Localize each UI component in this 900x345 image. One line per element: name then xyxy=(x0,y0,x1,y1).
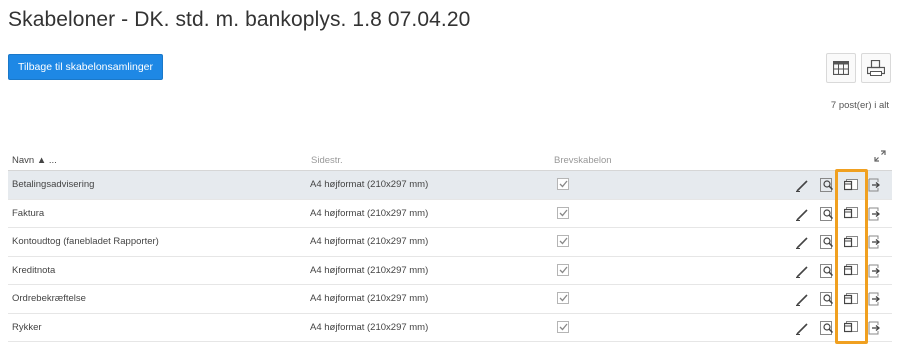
copy-button[interactable] xyxy=(843,291,859,307)
pencil-icon xyxy=(796,265,808,278)
edit-button[interactable] xyxy=(794,234,810,250)
preview-button[interactable] xyxy=(819,263,835,279)
copy-button[interactable] xyxy=(843,177,859,193)
row-name: Ordrebekræftelse xyxy=(12,293,86,304)
letter-template-checkbox[interactable] xyxy=(557,206,569,219)
row-name: Kreditnota xyxy=(12,264,56,276)
row-size: A4 højformat (210x297 mm) xyxy=(310,207,429,219)
checkmark-icon xyxy=(559,294,568,302)
letter-template-checkbox[interactable] xyxy=(557,235,569,247)
copy-button[interactable] xyxy=(843,206,859,222)
export-button[interactable] xyxy=(866,291,882,307)
preview-icon xyxy=(819,263,833,278)
pencil-icon xyxy=(796,294,808,306)
letter-template-checkbox[interactable] xyxy=(557,178,569,190)
export-button[interactable] xyxy=(866,206,882,222)
checkmark-icon xyxy=(559,180,568,188)
edit-button[interactable] xyxy=(794,320,810,336)
preview-icon xyxy=(819,320,833,335)
edit-button[interactable] xyxy=(794,263,810,279)
copy-button[interactable] xyxy=(843,263,859,279)
export-icon xyxy=(868,321,880,334)
pencil-icon xyxy=(796,208,808,221)
copy-icon xyxy=(844,321,858,333)
post-count: 7 post(er) i alt xyxy=(830,100,889,111)
table-icon xyxy=(833,61,849,75)
letter-template-checkbox[interactable] xyxy=(557,263,569,276)
preview-button[interactable] xyxy=(819,320,835,336)
page-title: Skabeloner - DK. std. m. bankoplys. 1.8 … xyxy=(8,8,471,31)
preview-icon xyxy=(819,292,833,306)
export-button[interactable] xyxy=(866,263,882,279)
printer-icon xyxy=(867,60,885,76)
table-row[interactable]: Betalingsadvisering A4 højformat (210x29… xyxy=(8,171,892,200)
preview-icon xyxy=(819,178,833,192)
preview-button[interactable] xyxy=(819,291,835,307)
expand-button[interactable] xyxy=(872,148,888,164)
preview-icon xyxy=(819,206,833,221)
preview-icon xyxy=(819,235,833,249)
export-icon xyxy=(868,264,880,277)
table-row[interactable]: Faktura A4 højformat (210x297 mm) xyxy=(8,200,892,228)
edit-button[interactable] xyxy=(794,177,810,193)
copy-icon xyxy=(844,207,858,219)
table-row[interactable]: Ordrebekræftelse A4 højformat (210x297 m… xyxy=(8,285,892,314)
export-icon xyxy=(868,178,880,192)
column-header-size[interactable]: Sidestr. xyxy=(311,155,343,166)
row-name: Rykker xyxy=(12,321,42,333)
column-header-name[interactable]: Navn ▲ ... xyxy=(12,155,57,166)
export-icon xyxy=(868,292,880,306)
row-name: Faktura xyxy=(12,207,45,219)
checkmark-icon xyxy=(559,209,568,216)
preview-button[interactable] xyxy=(819,206,835,222)
row-name: Betalingsadvisering xyxy=(12,179,95,190)
export-icon xyxy=(868,207,880,220)
edit-button[interactable] xyxy=(794,206,810,222)
checkmark-icon xyxy=(559,237,568,245)
template-table: Betalingsadvisering A4 højformat (210x29… xyxy=(8,171,892,342)
pencil-icon xyxy=(796,180,808,192)
export-icon xyxy=(868,235,880,249)
table-row[interactable]: Rykker A4 højformat (210x297 mm) xyxy=(8,314,892,342)
edit-button[interactable] xyxy=(794,291,810,307)
row-size: A4 højformat (210x297 mm) xyxy=(310,264,429,276)
preview-button[interactable] xyxy=(819,177,835,193)
row-size: A4 højformat (210x297 mm) xyxy=(310,321,429,333)
export-button[interactable] xyxy=(866,234,882,250)
table-row[interactable]: Kontoudtog (fanebladet Rapporter) A4 høj… xyxy=(8,228,892,257)
checkmark-icon xyxy=(559,266,568,273)
print-button[interactable] xyxy=(861,53,891,83)
preview-button[interactable] xyxy=(819,234,835,250)
row-size: A4 højformat (210x297 mm) xyxy=(310,293,429,304)
pencil-icon xyxy=(796,322,808,335)
pencil-icon xyxy=(796,237,808,249)
copy-button[interactable] xyxy=(843,234,859,250)
row-size: A4 højformat (210x297 mm) xyxy=(310,179,429,190)
column-header-letter-template[interactable]: Brevskabelon xyxy=(554,155,612,166)
letter-template-checkbox[interactable] xyxy=(557,292,569,304)
copy-icon xyxy=(844,178,858,190)
copy-icon xyxy=(844,235,858,247)
copy-icon xyxy=(844,292,858,304)
back-to-collections-button[interactable]: Tilbage til skabelonsamlinger xyxy=(8,54,164,80)
letter-template-checkbox[interactable] xyxy=(557,320,569,333)
copy-icon xyxy=(844,264,858,276)
expand-icon xyxy=(874,150,886,162)
row-size: A4 højformat (210x297 mm) xyxy=(310,236,429,247)
export-button[interactable] xyxy=(866,320,882,336)
checkmark-icon xyxy=(559,323,568,330)
table-view-button[interactable] xyxy=(826,53,856,83)
table-row[interactable]: Kreditnota A4 højformat (210x297 mm) xyxy=(8,257,892,285)
export-button[interactable] xyxy=(866,177,882,193)
row-name: Kontoudtog (fanebladet Rapporter) xyxy=(12,236,159,247)
copy-button[interactable] xyxy=(843,320,859,336)
